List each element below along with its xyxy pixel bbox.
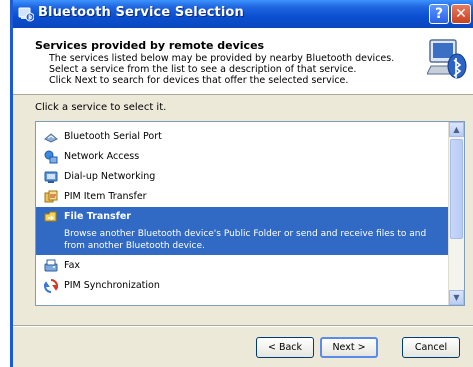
header-description-line: The services listed below may be provide… [49, 53, 395, 64]
scroll-up-icon[interactable]: ▲ [449, 122, 464, 137]
service-label: File Transfer [64, 211, 131, 222]
list-prompt: Click a service to select it. [35, 102, 167, 113]
file-transfer-icon [44, 211, 57, 222]
list-item-file-transfer[interactable]: File Transfer Browse another Bluetooth d… [36, 207, 450, 255]
next-button[interactable]: Next > [320, 337, 378, 358]
footer-divider [13, 325, 473, 327]
help-button[interactable]: ? [429, 4, 449, 24]
service-list[interactable]: Bluetooth Serial Port Network Access Dia… [35, 121, 465, 306]
bluetooth-device-icon [427, 39, 467, 79]
list-item-pim-synchronization[interactable]: PIM Synchronization [36, 276, 450, 296]
list-item-fax[interactable]: Fax [36, 256, 450, 276]
header-title: Services provided by remote devices [35, 39, 265, 52]
header-description-line: Select a service from the list to see a … [49, 64, 357, 75]
dialup-networking-icon [44, 171, 58, 183]
network-access-icon [44, 150, 58, 164]
scroll-thumb[interactable] [450, 139, 463, 239]
service-label: Fax [64, 260, 81, 271]
pim-transfer-icon [44, 190, 58, 203]
bluetooth-app-icon [18, 7, 34, 22]
scroll-down-icon[interactable]: ▼ [449, 290, 464, 305]
service-label: PIM Synchronization [64, 280, 160, 291]
list-item-pim-item-transfer[interactable]: PIM Item Transfer [36, 187, 450, 207]
service-label: PIM Item Transfer [64, 191, 147, 202]
service-label: Network Access [64, 151, 140, 162]
list-item-network-access[interactable]: Network Access [36, 147, 450, 167]
service-label: Dial-up Networking [64, 171, 156, 182]
serial-port-icon [44, 133, 58, 143]
header-panel: Services provided by remote devices The … [13, 28, 473, 95]
service-label: Bluetooth Serial Port [64, 131, 162, 142]
close-button[interactable]: ✕ [451, 4, 471, 24]
bluetooth-service-selection-window: Bluetooth Service Selection ? ✕ Services… [10, 0, 473, 367]
title-bar[interactable]: Bluetooth Service Selection ? ✕ [13, 0, 473, 28]
window-title: Bluetooth Service Selection [38, 5, 244, 20]
header-description-line: Click Next to search for devices that of… [49, 75, 349, 86]
pim-sync-icon [44, 279, 58, 293]
list-item-bluetooth-serial-port[interactable]: Bluetooth Serial Port [36, 127, 450, 147]
cancel-button[interactable]: Cancel [402, 337, 460, 358]
back-button[interactable]: < Back [256, 337, 314, 358]
fax-icon [44, 259, 58, 272]
service-description: Browse another Bluetooth device's Public… [64, 229, 427, 251]
list-item-dial-up-networking[interactable]: Dial-up Networking [36, 167, 450, 187]
list-scrollbar[interactable]: ▲ ▼ [448, 122, 464, 305]
